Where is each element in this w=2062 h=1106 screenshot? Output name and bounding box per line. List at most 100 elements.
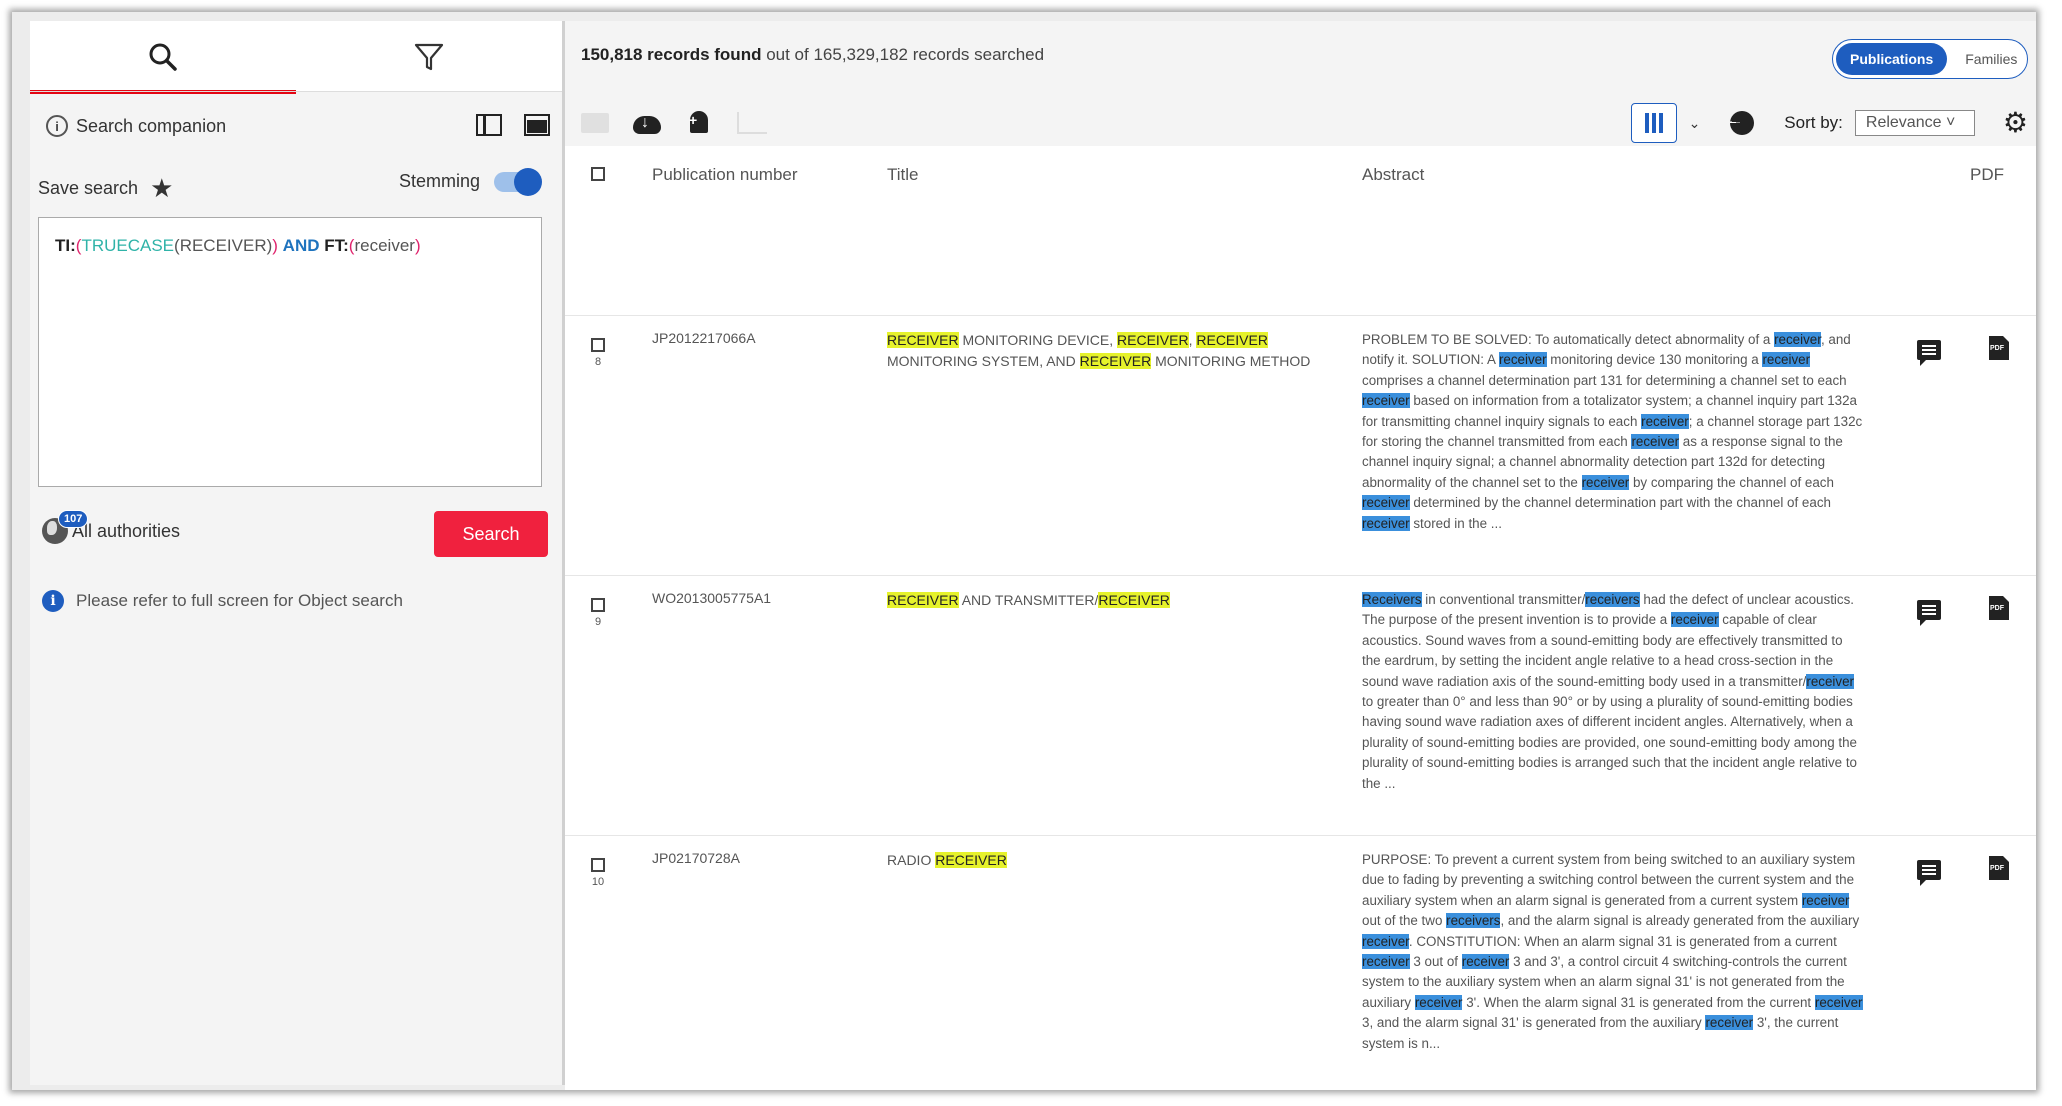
stemming-toggle[interactable] (494, 167, 542, 196)
view-segmented-control: Publications Families (1832, 39, 2028, 79)
row-index: 9 (594, 616, 602, 628)
text-segment: by comparing the channel of each (1629, 474, 1834, 490)
text-segment: in conventional transmitter/ (1421, 592, 1586, 607)
globe-icon[interactable]: 107 (42, 510, 89, 544)
highlighted-term: receiver (1641, 413, 1689, 429)
highlighted-term: Receivers (1362, 592, 1422, 607)
publication-title[interactable]: RECEIVER MONITORING DEVICE, RECEIVER, RE… (887, 330, 1332, 372)
highlighted-term: receiver (1362, 933, 1409, 949)
authorities-label[interactable]: All authorities (72, 521, 180, 542)
comment-icon[interactable] (1917, 860, 1941, 886)
text-segment: 3'. When the alarm signal 31 is generate… (1462, 994, 1815, 1010)
tab-search[interactable] (30, 21, 296, 94)
comment-icon[interactable] (1917, 340, 1941, 366)
highlighted-term: receiver (1498, 352, 1547, 368)
folder-icon[interactable] (581, 113, 609, 133)
select-all-checkbox[interactable] (591, 167, 605, 181)
authorities-row: 107 All authorities Search (30, 510, 562, 557)
highlighted-term: receiver (1362, 954, 1410, 970)
publication-title[interactable]: RADIO RECEIVER (887, 850, 1332, 871)
records-summary: 150,818 records found out of 165,329,182… (581, 45, 1044, 65)
full-view-icon[interactable] (524, 114, 550, 136)
highlighted-term: RECEIVER (1098, 592, 1170, 608)
publication-number[interactable]: JP02170728A (652, 850, 740, 866)
highlighted-term: receiver (1461, 954, 1510, 970)
publications-toggle[interactable]: Publications (1836, 43, 1948, 75)
search-companion[interactable]: i Search companion (30, 106, 562, 146)
sort-label: Sort by: (1784, 113, 1843, 132)
object-search-notice: i Please refer to full screen for Object… (30, 581, 562, 621)
save-search-row: Save search ★ Stemming (30, 167, 562, 205)
table-row[interactable]: 10 JP02170728A RADIO RECEIVER PURPOSE: T… (565, 836, 2036, 1090)
highlighted-term: receiver (1806, 673, 1855, 689)
highlighted-term: receiver (1670, 612, 1719, 628)
text-segment: determined by the channel determination … (1409, 495, 1831, 511)
pie-chart-icon[interactable] (1730, 111, 1755, 135)
publication-number[interactable]: JP2012217066A (652, 330, 756, 346)
row-checkbox[interactable] (591, 598, 605, 612)
filter-icon (414, 43, 444, 70)
text-segment: PURPOSE: To prevent a current system fro… (1362, 852, 1856, 908)
query-field: TI: (55, 236, 76, 255)
col-abstract[interactable]: Abstract (1362, 165, 1424, 185)
highlighted-term: receiver (1362, 393, 1410, 409)
publication-title[interactable]: RECEIVER AND TRANSMITTER/RECEIVER (887, 590, 1332, 611)
text-segment: , and the alarm signal is already genera… (1500, 913, 1860, 929)
comment-icon[interactable] (1917, 600, 1941, 626)
highlighted-term: receiver (1362, 495, 1410, 511)
text-segment: MONITORING DEVICE, (958, 332, 1118, 348)
tab-filter[interactable] (296, 21, 562, 92)
table-row[interactable]: 8 JP2012217066A RECEIVER MONITORING DEVI… (565, 316, 2036, 576)
publication-number[interactable]: WO2013005775A1 (652, 590, 771, 606)
text-segment: to greater than 0° and less than 90° or … (1362, 694, 1858, 791)
pdf-icon[interactable]: PDF (1989, 596, 2009, 620)
download-icon[interactable] (633, 114, 661, 134)
highlighted-term: receiver (1762, 352, 1811, 368)
highlighted-term: receivers (1446, 913, 1501, 929)
gear-icon[interactable]: ⚙ (2003, 109, 2028, 137)
highlighted-term: RECEIVER (887, 592, 959, 608)
pdf-icon[interactable]: PDF (1989, 856, 2009, 880)
pdf-icon[interactable]: PDF (1989, 336, 2009, 360)
results-toolbar (581, 111, 767, 135)
highlighted-term: RECEIVER (1079, 353, 1152, 369)
families-toggle[interactable]: Families (1947, 51, 2017, 67)
notice-text: Please refer to full screen for Object s… (76, 591, 403, 610)
row-checkbox[interactable] (591, 858, 605, 872)
query-operator: AND (282, 236, 320, 255)
columns-view-button[interactable] (1630, 103, 1677, 143)
query-input[interactable]: TI:(TRUECASE(RECEIVER)) AND FT:(receiver… (38, 217, 542, 487)
publication-abstract: PROBLEM TO BE SOLVED: To automatically d… (1362, 330, 1864, 534)
star-icon[interactable]: ★ (150, 175, 173, 201)
search-button[interactable]: Search (434, 511, 548, 557)
table-row[interactable]: 9 WO2013005775A1 RECEIVER AND TRANSMITTE… (565, 576, 2036, 836)
row-index: 8 (594, 356, 602, 368)
alert-icon[interactable] (685, 111, 713, 135)
row-index: 10 (591, 876, 605, 888)
text-segment: out of the two (1362, 913, 1447, 929)
text-segment: PROBLEM TO BE SOLVED: To automatically d… (1362, 332, 1775, 347)
text-segment: monitoring device 130 monitoring a (1546, 352, 1763, 368)
sort-select[interactable]: Relevance ˅ (1854, 110, 1975, 136)
text-segment: . CONSTITUTION: When an alarm signal 31 … (1408, 933, 1837, 949)
highlighted-term: receiver (1631, 434, 1680, 450)
col-pdf: PDF (1970, 165, 2004, 184)
text-segment: comprises a channel determination part 1… (1362, 372, 1847, 388)
panel-tabs (30, 21, 562, 94)
highlighted-term: RECEIVER (887, 332, 959, 348)
row-checkbox[interactable] (591, 338, 605, 352)
text-segment: AND TRANSMITTER/ (958, 592, 1099, 608)
col-title[interactable]: Title (887, 165, 919, 185)
search-icon (149, 43, 177, 71)
split-view-icon[interactable] (476, 114, 502, 136)
highlighted-term: RECEIVER (1117, 332, 1189, 348)
info-icon: i (46, 115, 68, 137)
highlighted-term: receiver (1362, 515, 1410, 531)
publication-abstract: PURPOSE: To prevent a current system fro… (1362, 850, 1864, 1054)
search-panel: i Search companion Save search ★ Stemmin… (30, 21, 565, 1085)
highlighted-term: RECEIVER (1196, 332, 1268, 348)
chart-icon[interactable] (737, 112, 767, 134)
chevron-down-icon[interactable]: ⌄ (1689, 115, 1701, 132)
col-publication-number[interactable]: Publication number (652, 165, 798, 185)
highlighted-term: receiver (1814, 994, 1863, 1010)
